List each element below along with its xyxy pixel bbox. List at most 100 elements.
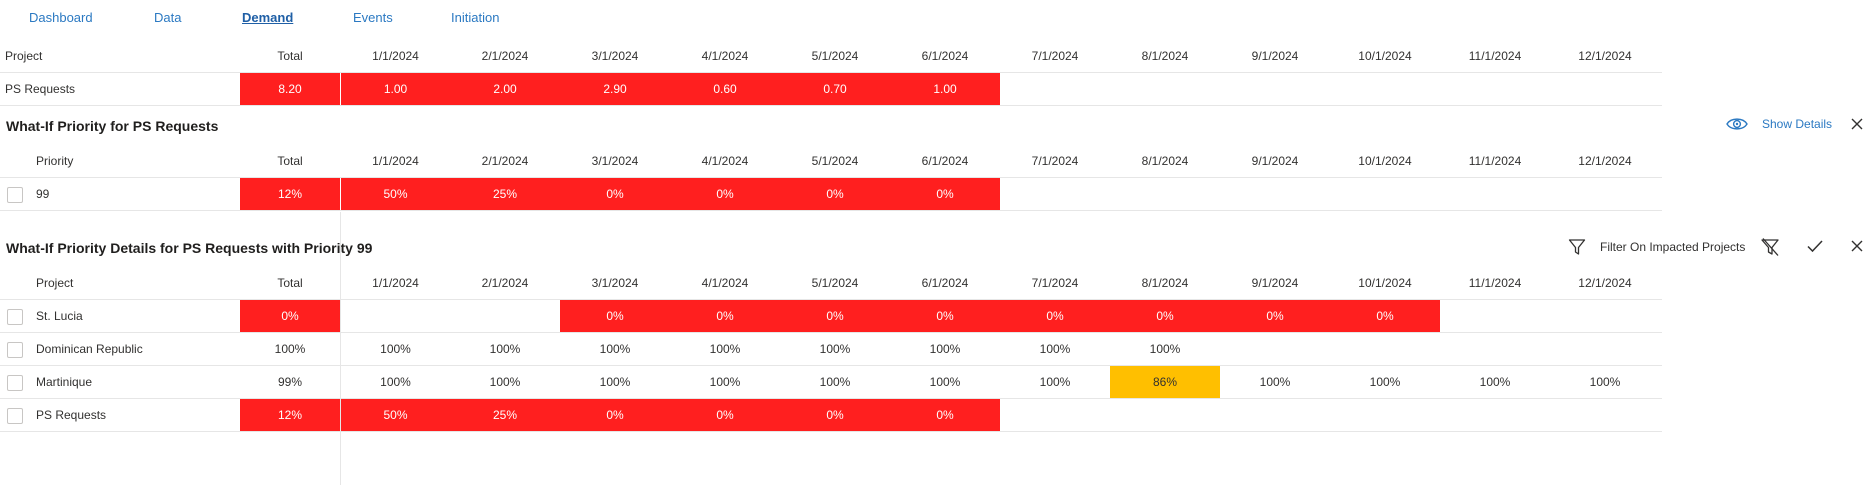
column-header-12-1-2024[interactable]: 12/1/2024 xyxy=(1550,267,1660,299)
cell-1-1-2024: 1.00 xyxy=(341,73,450,105)
column-header-12-1-2024[interactable]: 12/1/2024 xyxy=(1550,145,1660,177)
cell-6-1-2024: 1.00 xyxy=(890,73,1000,105)
column-header-10-1-2024[interactable]: 10/1/2024 xyxy=(1330,40,1440,72)
cell-9-1-2024 xyxy=(1220,73,1330,105)
row-checkbox[interactable] xyxy=(7,375,23,391)
cell-7-1-2024 xyxy=(1000,73,1110,105)
cell-3-1-2024: 2.90 xyxy=(560,73,670,105)
show-details-button[interactable]: Show Details xyxy=(1726,116,1832,132)
column-header-9-1-2024[interactable]: 9/1/2024 xyxy=(1220,267,1330,299)
cell-6-1-2024: 0% xyxy=(890,399,1000,431)
column-header-6-1-2024[interactable]: 6/1/2024 xyxy=(890,40,1000,72)
table-row[interactable]: Martinique 99% 100% 100% 100% 100% 100% 100% 100… xyxy=(0,366,1662,399)
cell-2-1-2024: 100% xyxy=(489,342,521,356)
column-header-10-1-2024[interactable]: 10/1/2024 xyxy=(1330,267,1440,299)
cell-8-1-2024 xyxy=(1110,73,1220,105)
column-header-8-1-2024[interactable]: 8/1/2024 xyxy=(1110,145,1220,177)
cell-9-1-2024 xyxy=(1220,333,1330,365)
column-header-11-1-2024[interactable]: 11/1/2024 xyxy=(1440,267,1550,299)
column-header-4-1-2024[interactable]: 4/1/2024 xyxy=(670,145,780,177)
column-header-8-1-2024[interactable]: 8/1/2024 xyxy=(1110,267,1220,299)
column-header-5-1-2024[interactable]: 5/1/2024 xyxy=(780,267,890,299)
column-header-2-1-2024[interactable]: 2/1/2024 xyxy=(450,145,560,177)
close-details-button[interactable] xyxy=(1851,240,1863,252)
column-header-7-1-2024[interactable]: 7/1/2024 xyxy=(1000,267,1110,299)
cell-3-1-2024: 100% xyxy=(599,375,631,389)
table-row[interactable]: Dominican Republic 100% 100% 100% 100% 100% 10… xyxy=(0,333,1662,366)
column-header-1-1-2024[interactable]: 1/1/2024 xyxy=(341,267,450,299)
cell-12-1-2024 xyxy=(1550,178,1660,210)
cell-2-1-2024: 25% xyxy=(450,399,560,431)
row-checkbox[interactable] xyxy=(7,408,23,424)
tab-demand[interactable]: Demand xyxy=(242,10,293,25)
column-header-project[interactable]: Project xyxy=(36,267,240,299)
tab-events[interactable]: Events xyxy=(353,10,393,25)
cell-11-1-2024 xyxy=(1440,178,1550,210)
cell-total: 12% xyxy=(240,178,340,210)
column-header-4-1-2024[interactable]: 4/1/2024 xyxy=(670,40,780,72)
row-checkbox[interactable] xyxy=(7,309,23,325)
cell-2-1-2024: 2.00 xyxy=(450,73,560,105)
close-icon xyxy=(1851,118,1863,130)
column-header-total[interactable]: Total xyxy=(240,145,340,177)
column-header-2-1-2024[interactable]: 2/1/2024 xyxy=(450,40,560,72)
table-row[interactable]: PS Requests 12% 50% 25% 0% 0% 0% 0% xyxy=(0,399,1662,432)
column-header-4-1-2024[interactable]: 4/1/2024 xyxy=(670,267,780,299)
column-header-project[interactable]: Project xyxy=(5,40,240,72)
column-header-11-1-2024[interactable]: 11/1/2024 xyxy=(1440,145,1550,177)
column-header-3-1-2024[interactable]: 3/1/2024 xyxy=(560,40,670,72)
column-header-7-1-2024[interactable]: 7/1/2024 xyxy=(1000,145,1110,177)
table-row[interactable]: 99 12% 50% 25% 0% 0% 0% 0% xyxy=(0,178,1662,211)
cell-total: 100% xyxy=(274,342,306,356)
clear-filter-button[interactable] xyxy=(1760,237,1780,257)
cell-4-1-2024: 0% xyxy=(670,178,780,210)
column-header-3-1-2024[interactable]: 3/1/2024 xyxy=(560,267,670,299)
column-header-1-1-2024[interactable]: 1/1/2024 xyxy=(341,40,450,72)
cell-10-1-2024 xyxy=(1330,178,1440,210)
cell-3-1-2024: 0% xyxy=(560,178,670,210)
column-header-11-1-2024[interactable]: 11/1/2024 xyxy=(1440,40,1550,72)
row-label: St. Lucia xyxy=(36,309,83,323)
column-header-total[interactable]: Total xyxy=(240,40,340,72)
column-header-5-1-2024[interactable]: 5/1/2024 xyxy=(780,40,890,72)
cell-8-1-2024: 100% xyxy=(1149,342,1181,356)
column-header-5-1-2024[interactable]: 5/1/2024 xyxy=(780,145,890,177)
cell-3-1-2024: 0% xyxy=(560,399,670,431)
column-header-3-1-2024[interactable]: 3/1/2024 xyxy=(560,145,670,177)
cell-11-1-2024 xyxy=(1440,300,1550,332)
column-header-6-1-2024[interactable]: 6/1/2024 xyxy=(890,145,1000,177)
column-header-9-1-2024[interactable]: 9/1/2024 xyxy=(1220,145,1330,177)
header-row: Project Total 1/1/2024 2/1/2024 3/1/2024 4/1/… xyxy=(0,267,1662,300)
column-header-8-1-2024[interactable]: 8/1/2024 xyxy=(1110,40,1220,72)
table-row[interactable]: PS Requests 8.20 1.00 2.00 2.90 0.60 0.70 1.00 xyxy=(0,73,1662,106)
cell-9-1-2024: 100% xyxy=(1259,375,1291,389)
cell-5-1-2024: 0.70 xyxy=(780,73,890,105)
column-header-12-1-2024[interactable]: 12/1/2024 xyxy=(1550,40,1660,72)
cell-12-1-2024: 100% xyxy=(1589,375,1621,389)
column-header-10-1-2024[interactable]: 10/1/2024 xyxy=(1330,145,1440,177)
cell-4-1-2024: 0.60 xyxy=(670,73,780,105)
tab-data[interactable]: Data xyxy=(154,10,181,25)
cell-11-1-2024 xyxy=(1440,333,1550,365)
column-header-priority[interactable]: Priority xyxy=(36,145,240,177)
tab-initiation[interactable]: Initiation xyxy=(451,10,499,25)
column-header-6-1-2024[interactable]: 6/1/2024 xyxy=(890,267,1000,299)
cell-6-1-2024: 100% xyxy=(929,375,961,389)
column-header-7-1-2024[interactable]: 7/1/2024 xyxy=(1000,40,1110,72)
row-checkbox[interactable] xyxy=(7,342,23,358)
column-header-9-1-2024[interactable]: 9/1/2024 xyxy=(1220,40,1330,72)
cell-7-1-2024 xyxy=(1000,178,1110,210)
row-checkbox[interactable] xyxy=(7,187,23,203)
filter-impacted-button[interactable]: Filter On Impacted Projects xyxy=(1568,238,1745,256)
row-label: Martinique xyxy=(36,375,93,389)
cell-4-1-2024: 0% xyxy=(670,300,780,332)
tab-dashboard[interactable]: Dashboard xyxy=(29,10,93,25)
cell-total: 12% xyxy=(240,399,340,431)
column-header-total[interactable]: Total xyxy=(240,267,340,299)
clear-filter-icon xyxy=(1760,237,1780,257)
column-header-1-1-2024[interactable]: 1/1/2024 xyxy=(341,145,450,177)
close-priority-button[interactable] xyxy=(1851,118,1863,130)
apply-button[interactable] xyxy=(1807,239,1823,253)
column-header-2-1-2024[interactable]: 2/1/2024 xyxy=(450,267,560,299)
table-row[interactable]: St. Lucia 0% 0% 0% 0% 0% 0% 0% 0% 0% xyxy=(0,300,1662,333)
